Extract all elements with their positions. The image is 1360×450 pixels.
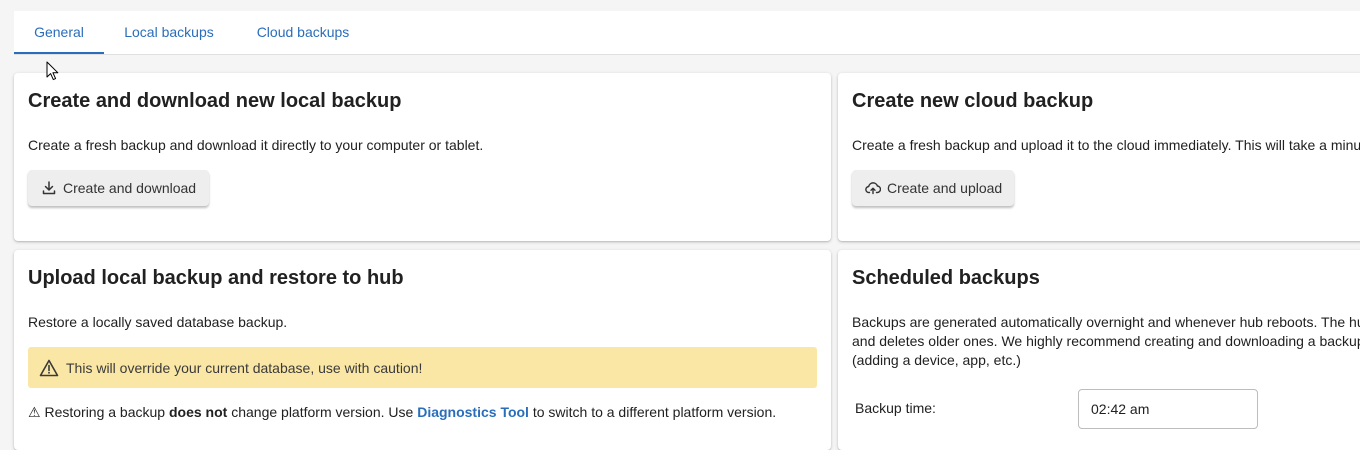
override-warning: This will override your current database… xyxy=(28,347,817,388)
diagnostics-tool-link[interactable]: Diagnostics Tool xyxy=(417,404,529,420)
create-and-download-button[interactable]: Create and download xyxy=(28,170,209,206)
cloud-upload-icon xyxy=(865,182,881,195)
scheduled-line: (adding a device, app, etc.) xyxy=(852,352,1021,368)
create-and-upload-label: Create and upload xyxy=(887,180,1003,196)
tab-general[interactable]: General xyxy=(14,11,104,54)
note-bold: does not xyxy=(168,404,228,420)
top-strip xyxy=(0,0,1360,11)
tab-cloud-backups[interactable]: Cloud backups xyxy=(244,11,362,53)
note-middle: change platform version. Use xyxy=(227,404,418,420)
platform-version-note: ⚠ Restoring a backup does not change pla… xyxy=(28,404,776,421)
warning-text: This will override your current database… xyxy=(66,359,423,376)
download-icon xyxy=(42,181,56,195)
scheduled-line: Backups are generated automatically over… xyxy=(852,314,1360,330)
mouse-cursor-icon xyxy=(46,61,59,81)
restore-title: Upload local backup and restore to hub xyxy=(28,267,404,289)
tab-local-backups[interactable]: Local backups xyxy=(110,11,228,53)
cloud-backup-title: Create new cloud backup xyxy=(852,90,1094,112)
local-backup-description: Create a fresh backup and download it di… xyxy=(28,137,484,153)
note-prefix: Restoring a backup xyxy=(44,404,169,420)
cloud-backup-card: Create new cloud backup Create a fresh b… xyxy=(838,73,1360,241)
scheduled-line: and deletes older ones. We highly recomm… xyxy=(852,333,1360,349)
cloud-backup-description: Create a fresh backup and upload it to t… xyxy=(852,137,1360,153)
local-backup-card: Create and download new local backup Cre… xyxy=(14,73,831,241)
create-and-download-label: Create and download xyxy=(63,180,197,196)
scheduled-backups-description: Backups are generated automatically over… xyxy=(852,313,1360,370)
warning-icon xyxy=(39,359,59,376)
tab-bar: General Local backups Cloud backups xyxy=(14,11,1360,55)
scheduled-backups-title: Scheduled backups xyxy=(852,267,1040,289)
backup-time-label: Backup time: xyxy=(855,400,936,416)
local-backup-title: Create and download new local backup xyxy=(28,90,402,112)
restore-description: Restore a locally saved database backup. xyxy=(28,314,288,330)
backup-time-input[interactable]: 02:42 am xyxy=(1078,389,1258,429)
note-suffix: to switch to a different platform versio… xyxy=(528,404,777,420)
note-warning-icon: ⚠ xyxy=(28,404,41,420)
create-and-upload-button[interactable]: Create and upload xyxy=(852,170,1014,206)
